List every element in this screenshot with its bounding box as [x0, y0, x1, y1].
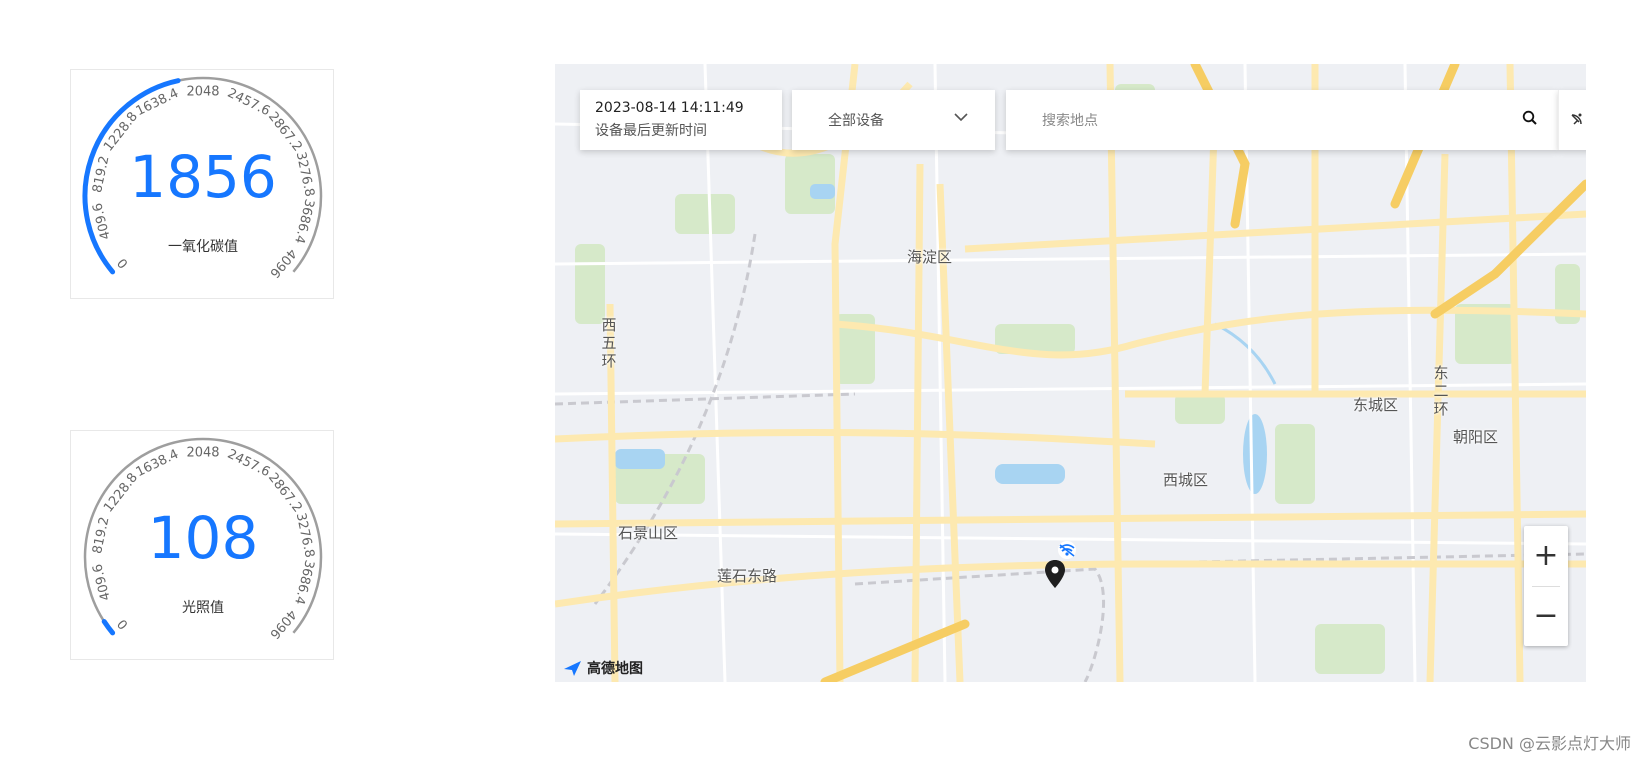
- search-icon[interactable]: [1522, 110, 1538, 126]
- chevron-down-icon: [954, 113, 968, 122]
- road-lianshi-east: 莲石东路: [717, 567, 778, 585]
- update-time-value: 2023-08-14 14:11:49: [595, 100, 744, 116]
- road-east-2nd-ring: 东二环: [1433, 364, 1449, 418]
- gauge-tick-label: 2457.6: [225, 86, 272, 119]
- map-view[interactable]: 海淀区 西城区 东城区 朝阳区 石景山区 莲石东路 西五环 东二环 2023-0…: [555, 64, 1586, 682]
- gauge-tick-label: 2457.6: [225, 447, 272, 480]
- wifi-off-icon: [1058, 541, 1076, 559]
- zoom-out-button[interactable]: −: [1524, 586, 1568, 646]
- amap-logo-text: 高德地图: [587, 661, 643, 677]
- gauge-progress: [101, 619, 116, 636]
- navigation-arrow-icon: [564, 661, 581, 676]
- zoom-control: + −: [1524, 526, 1568, 646]
- update-time-panel: 2023-08-14 14:11:49 设备最后更新时间: [580, 90, 782, 150]
- district-haidian: 海淀区: [907, 248, 953, 266]
- light-gauge-label: 光照值: [182, 600, 224, 616]
- district-xicheng: 西城区: [1163, 471, 1209, 489]
- watermark: CSDN @云影点灯大师: [1468, 734, 1631, 753]
- location-search-box[interactable]: 搜索地点: [1006, 90, 1558, 150]
- map-pin-icon: [1045, 560, 1065, 588]
- zoom-in-button[interactable]: +: [1524, 526, 1568, 586]
- co-gauge-value: 1856: [129, 143, 277, 211]
- gauge-tick-label: 2048: [186, 446, 219, 461]
- light-gauge-card: 0 409.6 819.2 1228.8 1638.4 2048 2457.6 2867.2 3…: [70, 430, 334, 660]
- satellite-panel: 卫星: [1558, 90, 1586, 150]
- device-marker[interactable]: [1045, 540, 1079, 596]
- gauge-tick-label: 0: [115, 255, 132, 271]
- satellite-icon: [1571, 113, 1582, 125]
- district-chaoyang: 朝阳区: [1453, 428, 1499, 446]
- device-filter-select[interactable]: 全部设备: [792, 90, 995, 150]
- co-gauge-label: 一氧化碳值: [168, 239, 238, 255]
- gauge-tick-label: 0: [115, 616, 132, 632]
- district-dongcheng: 东城区: [1353, 396, 1399, 414]
- district-shijingshan: 石景山区: [618, 524, 679, 542]
- gauge-tick-label: 2048: [186, 85, 219, 100]
- device-filter-value: 全部设备: [828, 113, 884, 129]
- road-west-5th-ring: 西五环: [601, 316, 617, 370]
- gauge-tick-label: 1638.4: [134, 86, 181, 119]
- co-gauge-card: 0 409.6 819.2 1228.8 1638.4 2048 2457.6 2867.2 3…: [70, 69, 334, 299]
- search-input-placeholder[interactable]: 搜索地点: [1042, 110, 1098, 130]
- gauge-tick-label: 1638.4: [134, 447, 181, 480]
- light-gauge-value: 108: [147, 504, 259, 572]
- update-time-caption: 设备最后更新时间: [595, 123, 707, 139]
